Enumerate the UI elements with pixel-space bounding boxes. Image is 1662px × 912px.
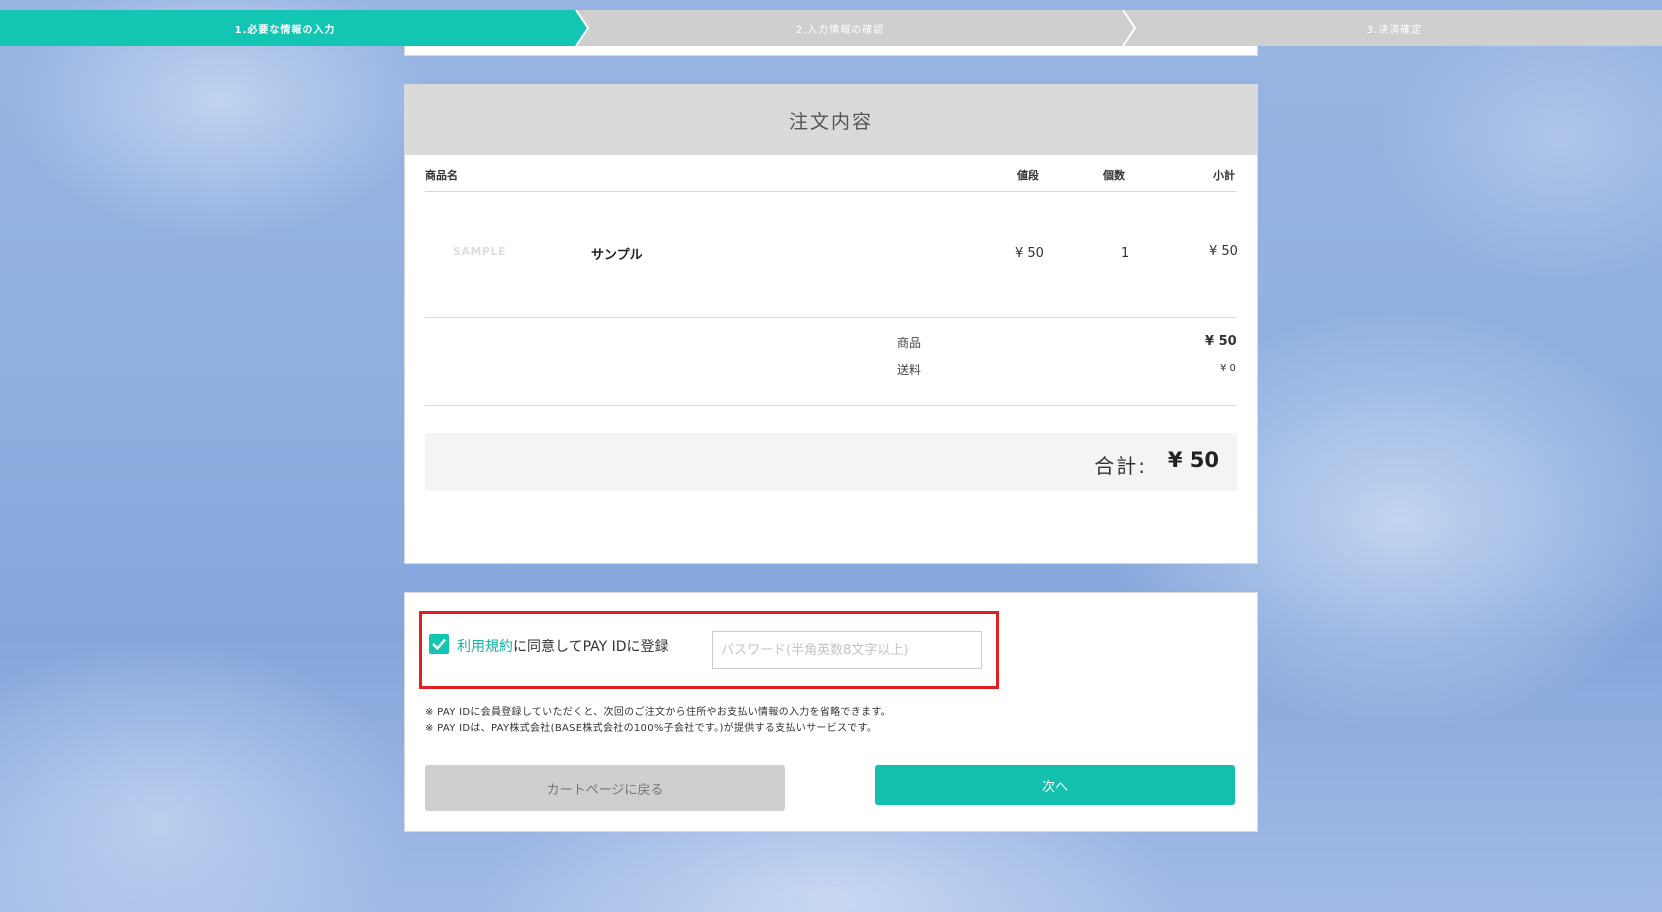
- grand-total-label: 合計:: [1094, 454, 1147, 478]
- payid-password-input[interactable]: [712, 631, 982, 669]
- checkmark-icon: [432, 638, 446, 651]
- terms-link[interactable]: 利用規約: [457, 639, 513, 655]
- order-title: 注文内容: [405, 85, 1257, 155]
- previous-section-card: [404, 46, 1258, 56]
- products-total-value: ¥ 50: [1205, 334, 1237, 349]
- back-to-cart-button[interactable]: カートページに戻る: [425, 765, 785, 811]
- payid-registration-card: 利用規約に同意してPAY IDに登録 ※ PAY IDに会員登録していただくと、…: [404, 592, 1258, 832]
- payid-agree-label: 利用規約に同意してPAY IDに登録: [457, 636, 669, 656]
- divider: [425, 405, 1237, 406]
- shipping-value: ¥ 0: [1220, 363, 1236, 374]
- product-thumbnail: SAMPLE: [453, 245, 506, 258]
- step-3-complete: 3.決済確定: [1366, 24, 1423, 36]
- base-logo: BASE: [800, 878, 857, 902]
- next-button[interactable]: 次へ: [875, 765, 1235, 805]
- step-1-input: 1.必要な情報の入力: [234, 24, 336, 36]
- agree-text: に同意してPAY IDに登録: [513, 639, 669, 655]
- product-price: ¥ 50: [1015, 246, 1044, 261]
- column-header-name: 商品名: [425, 169, 458, 182]
- product-qty: 1: [1121, 246, 1130, 261]
- payid-note-2: ※ PAY IDは、PAY株式会社(BASE株式会社の100%子会社です。)が提…: [425, 723, 878, 734]
- payid-note-1: ※ PAY IDに会員登録していただくと、次回のご注文から住所やお支払い情報の入…: [425, 707, 891, 718]
- product-name: サンプル: [591, 248, 643, 263]
- grand-total-value: ¥ 50: [1167, 448, 1219, 472]
- shipping-label: 送料: [897, 363, 922, 377]
- payid-agree-checkbox[interactable]: [429, 634, 449, 654]
- order-summary-card: 注文内容 商品名 値段 個数 小計 SAMPLE サンプル ¥ 50 1 ¥ 5…: [404, 84, 1258, 564]
- column-header-price: 値段: [1017, 169, 1039, 182]
- divider: [425, 317, 1237, 318]
- step-2-confirm: 2.入力情報の確認: [795, 24, 885, 36]
- products-total-label: 商品: [897, 336, 922, 350]
- product-subtotal: ¥ 50: [1209, 244, 1238, 259]
- column-header-subtotal: 小計: [1213, 169, 1235, 182]
- grand-total-box: 合計: ¥ 50: [425, 433, 1237, 491]
- column-header-qty: 個数: [1103, 169, 1125, 182]
- divider: [425, 191, 1237, 192]
- checkout-progress-bar: 1.必要な情報の入力 2.入力情報の確認 3.決済確定: [0, 10, 1662, 46]
